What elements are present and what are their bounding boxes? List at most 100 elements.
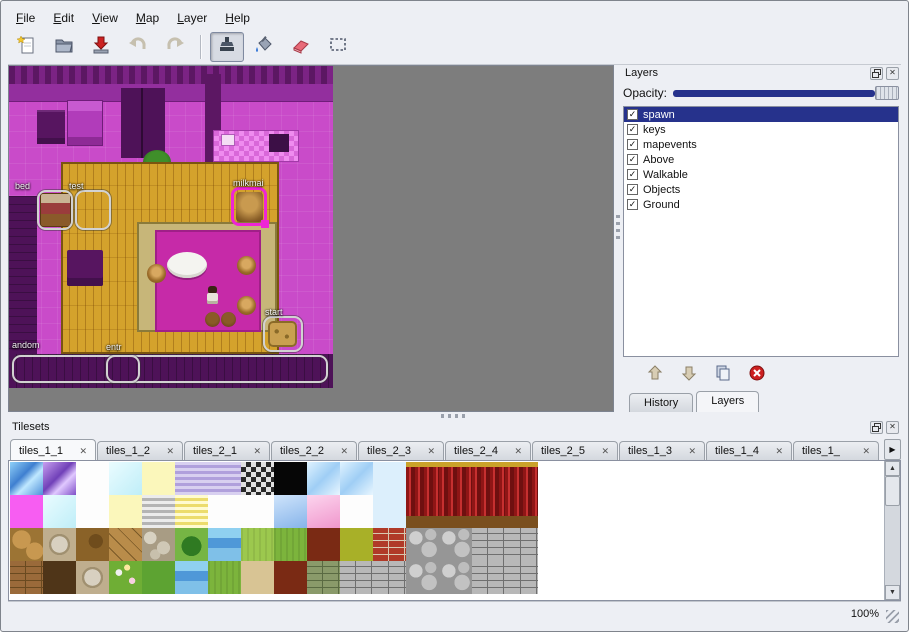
tileset-tab-tiles_1_3[interactable]: tiles_1_3✕	[619, 441, 705, 460]
lower-layer-button[interactable]	[679, 363, 699, 383]
tile-lightb[interactable]	[307, 462, 340, 495]
open-button[interactable]	[47, 32, 81, 62]
layer-row-mapevents[interactable]: ✓mapevents	[624, 137, 898, 152]
map-object-start[interactable]	[263, 316, 303, 352]
tileset-view[interactable]: ▲ ▼	[8, 460, 901, 601]
tile-curtain-b[interactable]	[439, 495, 472, 528]
tab-close-icon[interactable]: ✕	[340, 446, 348, 457]
tile-checker[interactable]	[241, 462, 274, 495]
layer-row-Ground[interactable]: ✓Ground	[624, 197, 898, 212]
tile-brickgray[interactable]	[340, 561, 373, 594]
tile-darkbrown[interactable]	[43, 561, 76, 594]
tile-moss[interactable]	[340, 528, 373, 561]
tile-brickgray[interactable]	[472, 528, 505, 561]
tile-lav[interactable]	[208, 462, 241, 495]
opacity-slider[interactable]	[673, 85, 899, 101]
float-panel-button[interactable]	[870, 67, 883, 80]
tile-paleb[interactable]	[373, 462, 406, 495]
undo-button[interactable]	[121, 32, 155, 62]
tile-paleyellow[interactable]	[142, 462, 175, 495]
tab-close-icon[interactable]: ✕	[166, 446, 174, 457]
tile-brickmoss[interactable]	[307, 561, 340, 594]
selection-handle[interactable]	[261, 220, 269, 228]
close-panel-button[interactable]: ✕	[886, 67, 899, 80]
resize-grip[interactable]	[886, 610, 899, 623]
tab-history[interactable]: History	[629, 393, 693, 412]
tile-water2[interactable]	[175, 561, 208, 594]
tile-brickred[interactable]	[373, 528, 406, 561]
tile-bush[interactable]	[175, 528, 208, 561]
tile-white[interactable]	[76, 495, 109, 528]
tile-magenta[interactable]	[10, 495, 43, 528]
tile-water2[interactable]	[208, 528, 241, 561]
tab-close-icon[interactable]: ✕	[253, 446, 261, 457]
map-object-entr[interactable]	[106, 355, 140, 383]
new-file-button[interactable]	[10, 32, 44, 62]
tile-grassl[interactable]	[241, 528, 274, 561]
tab-close-icon[interactable]: ✕	[688, 446, 696, 457]
tile-grass[interactable]	[208, 561, 241, 594]
float-panel-button[interactable]	[870, 421, 883, 434]
tab-close-icon[interactable]: ✕	[775, 446, 783, 457]
tab-close-icon[interactable]: ✕	[427, 446, 435, 457]
map-object-selected[interactable]	[231, 187, 267, 226]
tile-blueshiny[interactable]	[274, 495, 307, 528]
eraser-tool-button[interactable]	[284, 32, 318, 62]
tile-curtain-a[interactable]	[472, 462, 505, 495]
map-view[interactable]: bedtestmilkmaistartandomentr	[8, 65, 614, 412]
tile-dirt[interactable]	[10, 528, 43, 561]
layer-row-Objects[interactable]: ✓Objects	[624, 182, 898, 197]
tileset-tab-tiles_2_4[interactable]: tiles_2_4✕	[445, 441, 531, 460]
game-map[interactable]: bedtestmilkmaistartandomentr	[9, 66, 333, 388]
tileset-tab-tiles_2_2[interactable]: tiles_2_2✕	[271, 441, 357, 460]
redo-button[interactable]	[158, 32, 192, 62]
tile-cobble[interactable]	[406, 561, 439, 594]
menu-item-map[interactable]: Map	[128, 9, 167, 27]
tile-curtain-a[interactable]	[406, 462, 439, 495]
layer-visibility-checkbox[interactable]: ✓	[627, 169, 638, 180]
menu-item-help[interactable]: Help	[217, 9, 258, 27]
tile-curtain-b[interactable]	[505, 495, 538, 528]
tile-curtain-a[interactable]	[505, 462, 538, 495]
tile-lav[interactable]	[175, 462, 208, 495]
layer-row-Above[interactable]: ✓Above	[624, 152, 898, 167]
layer-visibility-checkbox[interactable]: ✓	[627, 109, 638, 120]
tile-grass[interactable]	[274, 528, 307, 561]
tile-stonecirc[interactable]	[76, 561, 109, 594]
tile-white[interactable]	[208, 495, 241, 528]
tile-darkred[interactable]	[274, 561, 307, 594]
delete-layer-button[interactable]	[747, 363, 767, 383]
duplicate-layer-button[interactable]	[713, 363, 733, 383]
tile-brickgray[interactable]	[472, 561, 505, 594]
horizontal-splitter[interactable]	[8, 412, 901, 419]
layer-visibility-checkbox[interactable]: ✓	[627, 199, 638, 210]
tile-paleb[interactable]	[373, 495, 406, 528]
menu-item-edit[interactable]: Edit	[45, 9, 82, 27]
tileset-tab-tiles_1_1[interactable]: tiles_1_1✕	[10, 439, 96, 460]
tileset-tab-tiles_1_2[interactable]: tiles_1_2✕	[97, 441, 183, 460]
tile-cobble[interactable]	[439, 528, 472, 561]
tile-brickgray[interactable]	[373, 561, 406, 594]
stamp-tool-button[interactable]	[210, 32, 244, 62]
tab-layers[interactable]: Layers	[696, 391, 759, 412]
tile-darkred[interactable]	[307, 528, 340, 561]
tileset-scrollbar[interactable]: ▲ ▼	[884, 461, 900, 600]
tile-lightb[interactable]	[340, 462, 373, 495]
fill-tool-button[interactable]	[247, 32, 281, 62]
tile-crack[interactable]	[109, 528, 142, 561]
tileset-tab-tiles_2_1[interactable]: tiles_2_1✕	[184, 441, 270, 460]
tile-white[interactable]	[241, 495, 274, 528]
tile-cobble[interactable]	[439, 561, 472, 594]
layer-row-Walkable[interactable]: ✓Walkable	[624, 167, 898, 182]
tile-waterb[interactable]	[10, 462, 43, 495]
tile-brickgray[interactable]	[505, 528, 538, 561]
tile-green[interactable]	[142, 561, 175, 594]
tile-curtain-b[interactable]	[406, 495, 439, 528]
tile-curtain-b[interactable]	[472, 495, 505, 528]
tile-paleyellow[interactable]	[109, 495, 142, 528]
tileset-tab-tiles_1_[interactable]: tiles_1_✕	[793, 441, 879, 460]
layer-visibility-checkbox[interactable]: ✓	[627, 139, 638, 150]
raise-layer-button[interactable]	[645, 363, 665, 383]
tab-close-icon[interactable]: ✕	[862, 446, 870, 457]
tab-close-icon[interactable]: ✕	[514, 446, 522, 457]
